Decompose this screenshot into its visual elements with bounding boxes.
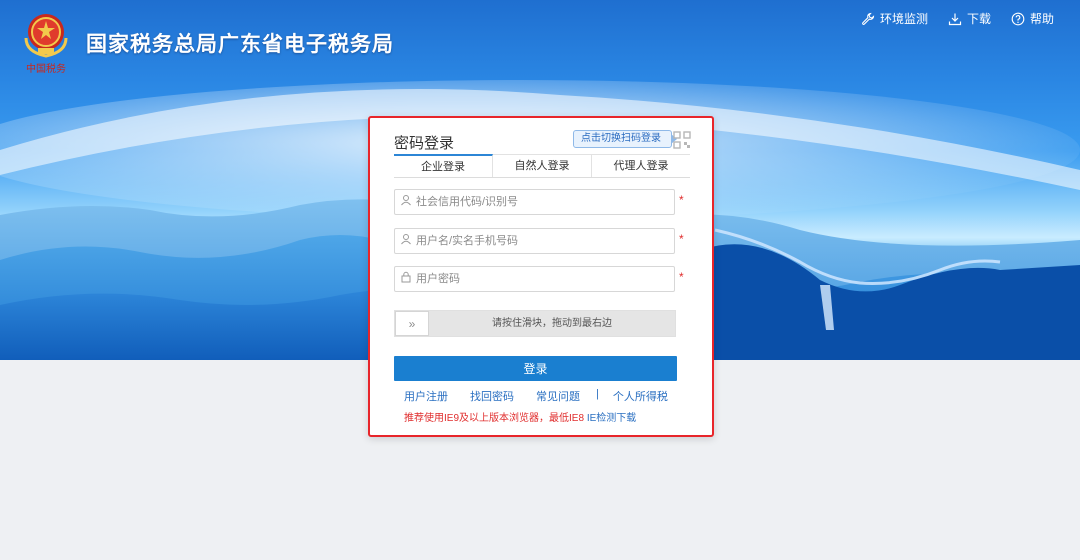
download-link[interactable]: 下载 bbox=[948, 10, 991, 27]
download-icon bbox=[948, 12, 962, 26]
login-button[interactable]: 登录 bbox=[394, 356, 677, 381]
user-icon bbox=[400, 232, 416, 250]
password-input[interactable] bbox=[416, 268, 674, 290]
register-link[interactable]: 用户注册 bbox=[404, 388, 448, 404]
ie-check-download-link[interactable]: IE检测下载 bbox=[587, 413, 636, 424]
username-field bbox=[394, 228, 675, 254]
env-check-link[interactable]: 环境监测 bbox=[861, 10, 928, 27]
login-tabs: 企业登录 自然人登录 代理人登录 bbox=[394, 154, 690, 178]
slider-captcha: » 请按住滑块，拖动到最右边 bbox=[394, 310, 676, 337]
help-links: 用户注册 找回密码 常见问题 | 个人所得税 bbox=[404, 388, 694, 404]
top-nav: 环境监测 下载 帮助 bbox=[861, 10, 1054, 27]
env-check-label: 环境监测 bbox=[879, 12, 928, 26]
qr-code-icon[interactable] bbox=[672, 130, 692, 150]
qr-switch-tip[interactable]: 点击切换扫码登录 bbox=[573, 130, 677, 148]
login-card: 密码登录 点击切换扫码登录 企业登录 自然人登录 代理人登录 * * bbox=[368, 116, 714, 437]
credit-code-input[interactable] bbox=[416, 191, 674, 213]
login-title: 密码登录 bbox=[394, 135, 455, 152]
tax-emblem-logo: 中国税务 bbox=[20, 8, 72, 76]
help-link[interactable]: 帮助 bbox=[1011, 10, 1054, 27]
slider-hint: 请按住滑块，拖动到最右边 bbox=[492, 318, 612, 329]
password-field bbox=[394, 266, 675, 292]
svg-text:中国税务: 中国税务 bbox=[26, 62, 66, 75]
browser-notice-text: 推荐使用IE9及以上版本浏览器，最低IE8 bbox=[404, 413, 585, 424]
link-separator: | bbox=[596, 388, 599, 400]
slider-handle[interactable]: » bbox=[395, 311, 429, 336]
required-mark: * bbox=[679, 232, 684, 246]
help-label: 帮助 bbox=[1029, 12, 1054, 26]
required-mark: * bbox=[679, 270, 684, 284]
help-icon bbox=[1011, 12, 1025, 26]
user-icon bbox=[400, 193, 416, 211]
faq-link[interactable]: 常见问题 bbox=[536, 388, 580, 404]
tab-enterprise-login[interactable]: 企业登录 bbox=[394, 154, 493, 177]
credit-code-field bbox=[394, 189, 675, 215]
browser-notice: 推荐使用IE9及以上版本浏览器，最低IE8 IE检测下载 bbox=[404, 409, 636, 424]
recover-password-link[interactable]: 找回密码 bbox=[470, 388, 514, 404]
tab-agent-login[interactable]: 代理人登录 bbox=[592, 154, 690, 177]
lock-icon bbox=[400, 270, 416, 288]
download-label: 下载 bbox=[966, 12, 991, 26]
tab-individual-login[interactable]: 自然人登录 bbox=[493, 154, 592, 177]
wrench-icon bbox=[861, 12, 875, 26]
required-mark: * bbox=[679, 193, 684, 207]
site-title: 国家税务总局广东省电子税务局 bbox=[86, 33, 394, 56]
username-input[interactable] bbox=[416, 230, 674, 252]
personal-income-tax-link[interactable]: 个人所得税 bbox=[613, 388, 668, 404]
